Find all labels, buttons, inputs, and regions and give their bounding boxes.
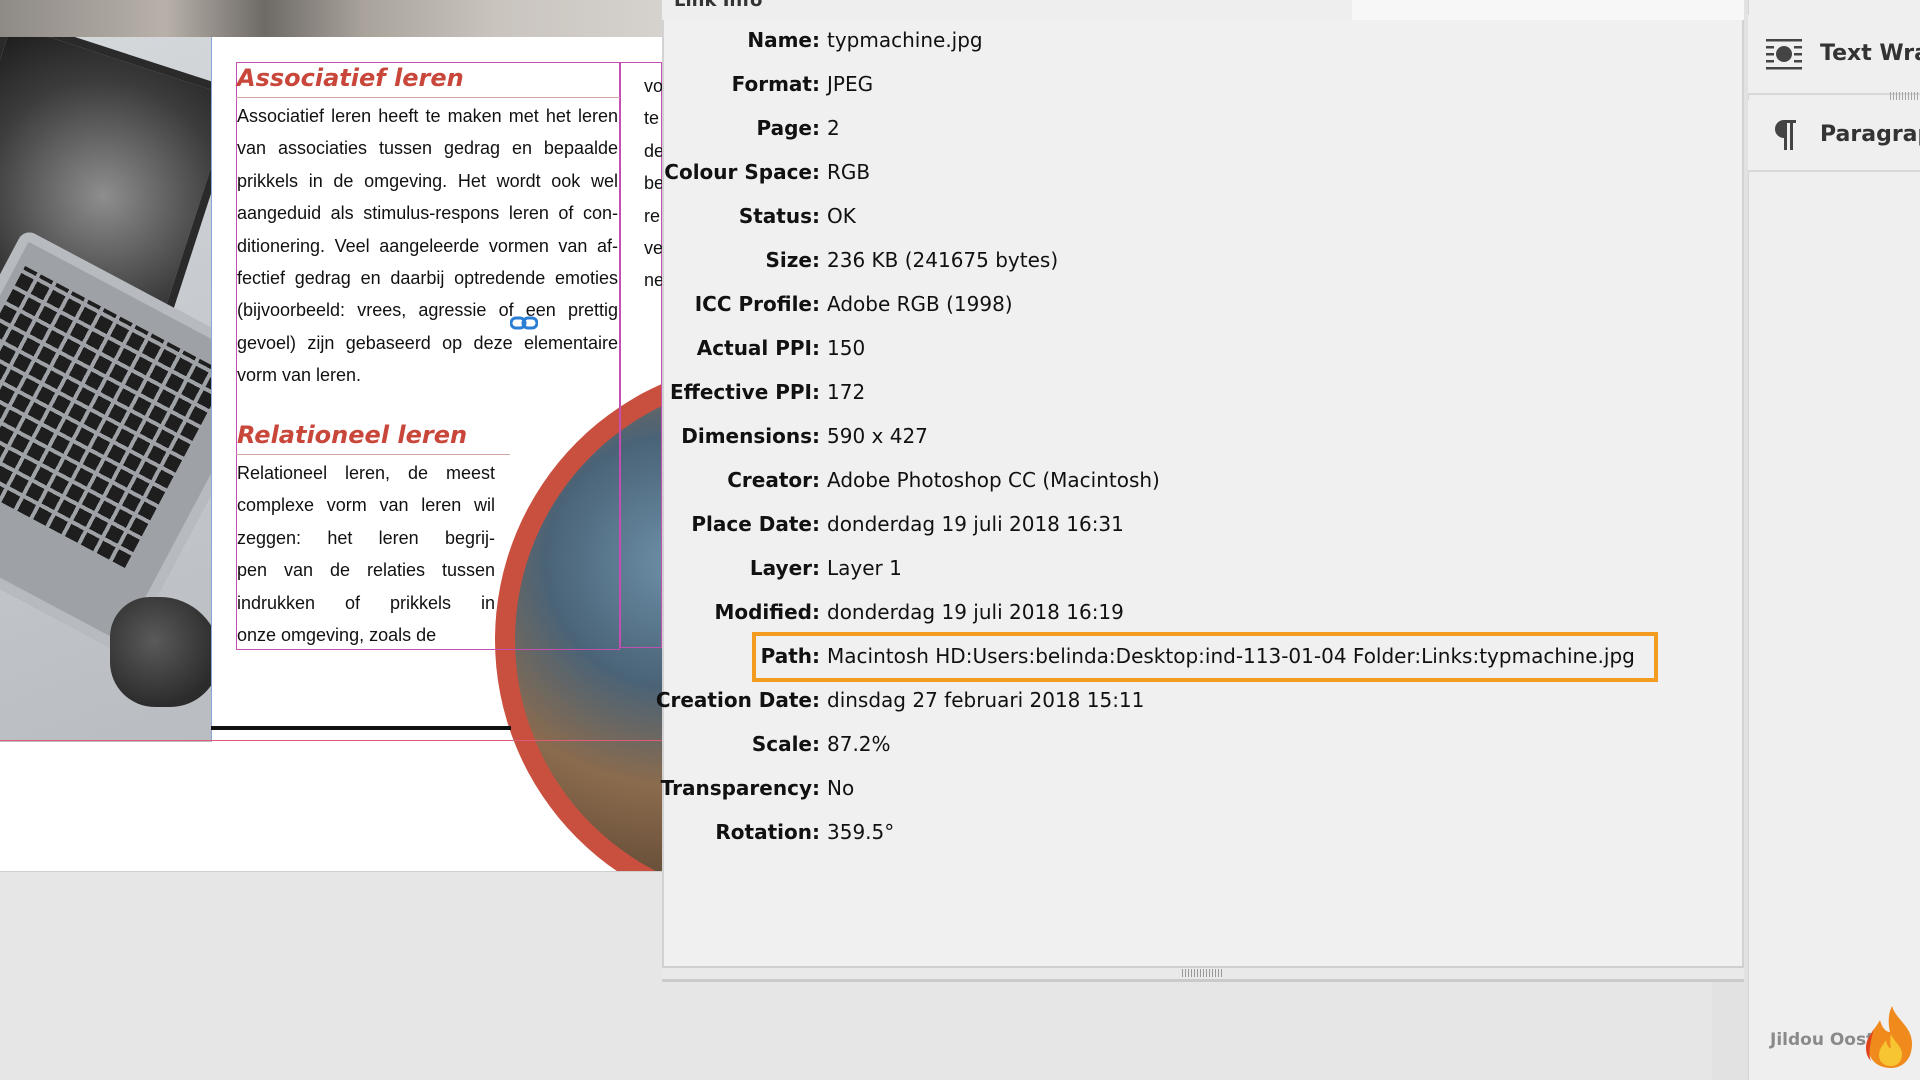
info-label-format: Format: [0, 69, 820, 99]
info-label-text: Size: [765, 248, 820, 272]
info-label-page: Page: [0, 113, 821, 143]
dock-lower-gap [1712, 982, 1748, 1080]
info-value-text: No [827, 776, 855, 800]
flame-logo-icon [1866, 1006, 1912, 1068]
info-label-text: Name: [747, 28, 820, 52]
info-label-text: Creator: [727, 468, 820, 492]
info-value-text: Adobe Photoshop CC (Macintosh) [827, 468, 1160, 492]
info-label-path: Path: [0, 641, 820, 671]
path-highlight-box [752, 632, 1658, 682]
dock-tab-text-wrap-label: Text Wra [1820, 41, 1920, 66]
info-value-text: typmachine.jpg [827, 28, 983, 52]
info-value-text: dinsdag 27 februari 2018 15:11 [827, 688, 1145, 712]
info-label-iccprofile: ICC Profile: [0, 289, 820, 319]
panel-resize-grip[interactable] [1182, 969, 1222, 977]
info-value-text: OK [827, 204, 856, 228]
info-label-actualppi: Actual PPI: [0, 333, 820, 363]
info-value-text: 359.5° [827, 820, 895, 844]
dock-tab-text-wrap[interactable]: Text Wra [1748, 15, 1920, 95]
info-value-text: 590 x 427 [827, 424, 928, 448]
info-value-text: 2 [827, 116, 840, 140]
info-label-text: ICC Profile: [694, 292, 820, 316]
info-label-text: Transparency: [660, 776, 820, 800]
dock-resize-grip[interactable] [1890, 92, 1920, 100]
info-label-effectiveppi: Effective PPI: [0, 377, 820, 407]
info-label-dimensions: Dimensions: [0, 421, 820, 451]
dock-tab-paragraph-label: Paragrap [1820, 122, 1920, 147]
info-value-text: 236 KB (241675 bytes) [827, 248, 1059, 272]
info-label-text: Rotation: [715, 820, 820, 844]
info-label-text: Status: [738, 204, 820, 228]
info-value-text: 150 [827, 336, 866, 360]
info-label-text: Dimensions: [681, 424, 820, 448]
info-label-scale: Scale: [0, 729, 820, 759]
heading-underline-2 [236, 454, 510, 455]
info-label-placedate: Place Date: [0, 509, 820, 539]
info-label-text: Page: [756, 116, 821, 140]
link-info-title: Link Info [674, 0, 763, 11]
info-label-text: Effective PPI: [669, 380, 820, 404]
info-label-creator: Creator: [0, 465, 820, 495]
watermark-text: Jildou Oost [1770, 1030, 1875, 1050]
link-info-title-bar[interactable]: Link Info [662, 0, 1352, 20]
info-label-text: Layer: [749, 556, 820, 580]
link-info-panel[interactable] [662, 20, 1744, 982]
info-value-text: JPEG [827, 72, 874, 96]
info-label-layer: Layer: [0, 553, 820, 583]
info-label-size: Size: [0, 245, 820, 275]
info-value-text: Layer 1 [827, 556, 902, 580]
dock-tab-paragraph[interactable]: Paragrap [1748, 100, 1920, 172]
pilcrow-icon [1775, 120, 1796, 150]
info-value-text: RGB [827, 160, 871, 184]
info-value-text: donderdag 19 juli 2018 16:19 [827, 600, 1124, 624]
info-value-text: donderdag 19 juli 2018 16:31 [827, 512, 1124, 536]
info-label-text: Actual PPI: [696, 336, 820, 360]
info-value-text: Adobe RGB (1998) [827, 292, 1013, 316]
info-label-text: Format: [731, 72, 820, 96]
info-label-status: Status: [0, 201, 820, 231]
info-label-creationdate: Creation Date: [0, 685, 820, 715]
info-label-name: Name: [0, 25, 820, 55]
info-label-transparency: Transparency: [0, 773, 820, 803]
info-label-text: Modified: [714, 600, 820, 624]
info-label-rotation: Rotation: [0, 817, 820, 847]
info-label-colourspace: Colour Space: [0, 157, 820, 187]
info-label-modified: Modified: [0, 597, 820, 627]
info-label-text: Colour Space: [664, 160, 820, 184]
page-edge [0, 871, 662, 872]
info-label-text: Scale: [751, 732, 820, 756]
info-label-text: Creation Date: [655, 688, 820, 712]
info-value-text: 87.2% [827, 732, 891, 756]
text-wrap-icon [1766, 39, 1802, 70]
info-value-text: 172 [827, 380, 866, 404]
info-label-text: Place Date: [691, 512, 820, 536]
